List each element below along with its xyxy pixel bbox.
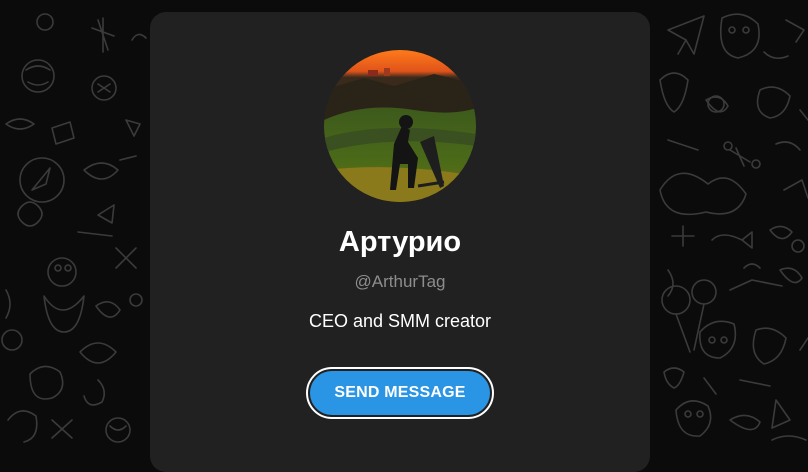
send-message-button-focus-ring: SEND MESSAGE [306,367,494,419]
profile-handle: @ArthurTag [354,272,446,291]
avatar [324,50,476,202]
avatar-photo-icon [324,50,476,202]
profile-bio: CEO and SMM creator [308,311,492,331]
profile-name: Артурио [338,226,462,258]
send-message-button[interactable]: SEND MESSAGE [310,371,490,415]
profile-card: Артурио @ArthurTag CEO and SMM creator S… [150,12,650,472]
